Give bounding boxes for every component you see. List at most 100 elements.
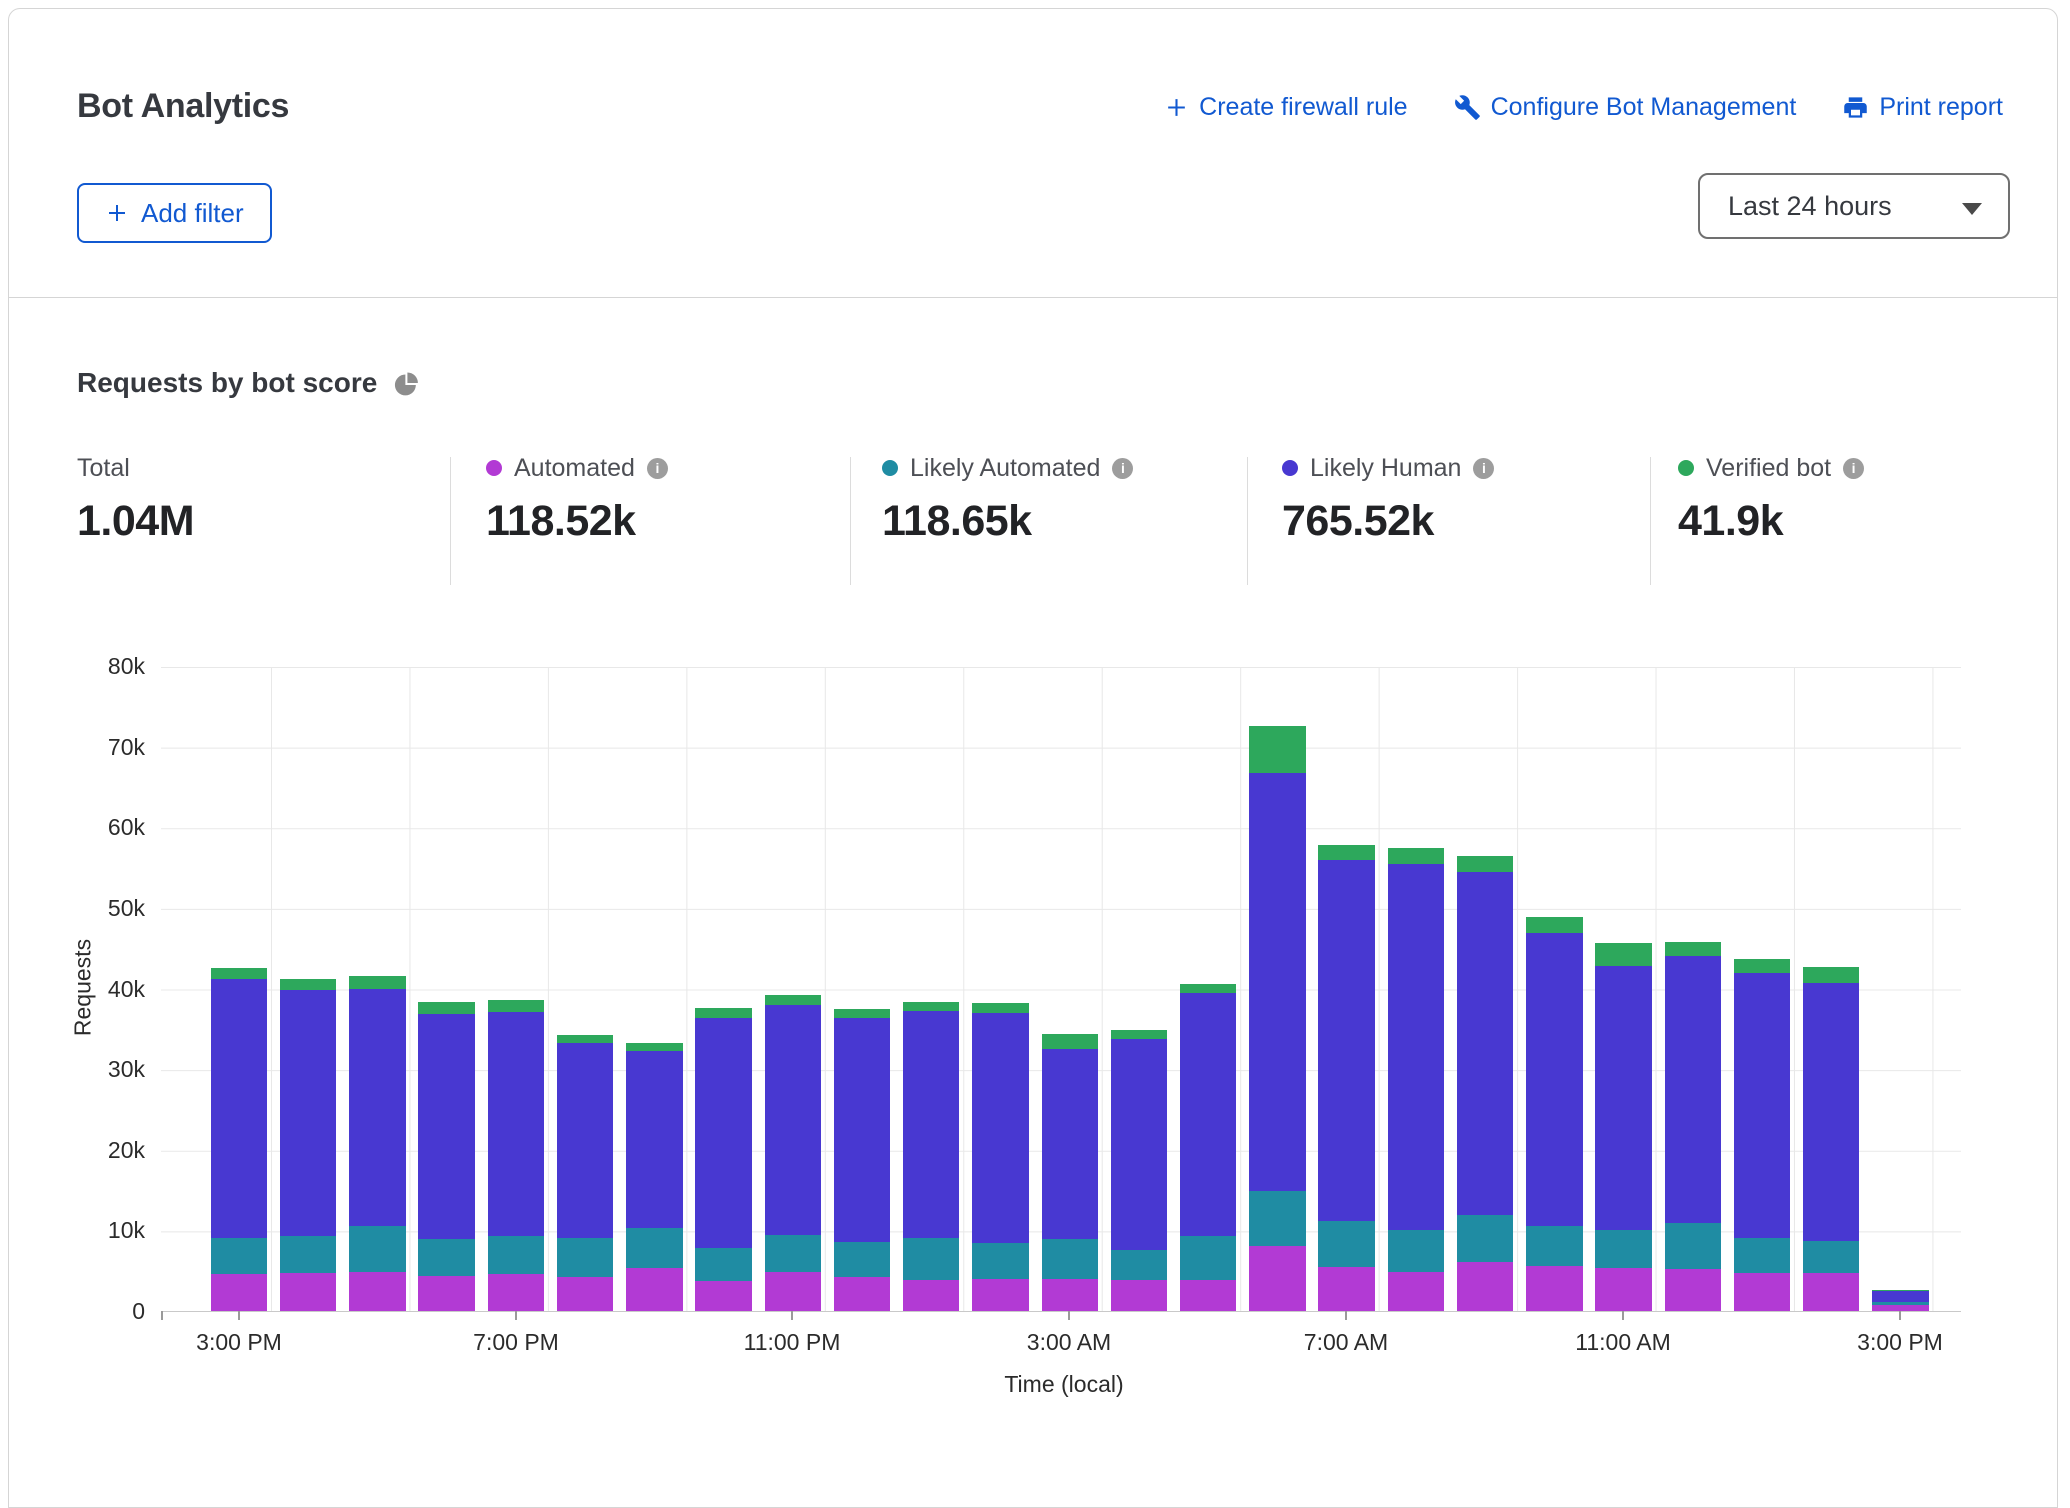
bar-segment-likely-automated xyxy=(1249,1191,1305,1246)
bar-1-00-am[interactable] xyxy=(903,1002,959,1311)
bar-segment-likely-automated xyxy=(1388,1230,1444,1272)
bar-10-00-pm[interactable] xyxy=(695,1008,751,1311)
bar-3-00-pm[interactable] xyxy=(211,968,267,1311)
bar-11-00-pm[interactable] xyxy=(765,995,821,1311)
bar-segment-likely-human xyxy=(765,1005,821,1235)
bar-segment-likely-automated xyxy=(1457,1215,1513,1262)
plus-icon xyxy=(1164,95,1189,120)
bar-12-00-am[interactable] xyxy=(834,1009,890,1311)
bar-segment-automated xyxy=(1665,1269,1721,1311)
bar-segment-automated xyxy=(1111,1280,1167,1311)
bar-segment-verified-bot xyxy=(557,1035,613,1043)
page-title: Bot Analytics xyxy=(77,87,289,126)
stat-total-label: Total xyxy=(77,454,130,483)
info-icon[interactable] xyxy=(1843,458,1864,479)
stat-total: Total 1.04M xyxy=(77,453,194,546)
bar-segment-likely-automated xyxy=(211,1238,267,1273)
bar-segment-verified-bot xyxy=(1526,917,1582,933)
bar-2-00-am[interactable] xyxy=(972,1003,1028,1311)
bar-segment-likely-human xyxy=(418,1014,474,1239)
bar-segment-likely-automated xyxy=(1042,1239,1098,1279)
pie-chart-icon xyxy=(393,370,420,397)
bar-segment-automated xyxy=(1734,1273,1790,1311)
bar-segment-likely-human xyxy=(1249,773,1305,1191)
wrench-icon xyxy=(1454,94,1481,121)
stat-label: Automated xyxy=(514,454,635,483)
bar-segment-likely-human xyxy=(488,1012,544,1236)
bot-analytics-card: Bot Analytics Create firewall rule Config… xyxy=(8,8,2058,1508)
action-link-configure-bot-management[interactable]: Configure Bot Management xyxy=(1454,93,1797,122)
x-tick-label: 3:00 AM xyxy=(1027,1329,1111,1356)
bar-segment-automated xyxy=(349,1272,405,1312)
bar-segment-likely-human xyxy=(1111,1039,1167,1250)
bar-segment-likely-human xyxy=(1734,973,1790,1237)
stat-value: 118.65k xyxy=(882,497,1133,546)
bar-segment-likely-automated xyxy=(1111,1250,1167,1280)
time-range-select[interactable]: Last 24 hours xyxy=(1698,173,2010,239)
bar-4-00-pm[interactable] xyxy=(280,979,336,1311)
bar-12-00-pm[interactable] xyxy=(1665,942,1721,1311)
bar-3-00-am[interactable] xyxy=(1042,1034,1098,1311)
bar-5-00-pm[interactable] xyxy=(349,976,405,1311)
info-icon[interactable] xyxy=(647,458,668,479)
bar-segment-likely-human xyxy=(626,1051,682,1228)
bar-segment-verified-bot xyxy=(1803,967,1859,983)
bar-segment-likely-human xyxy=(1457,872,1513,1215)
bar-5-00-am[interactable] xyxy=(1180,984,1236,1311)
action-link-create-firewall-rule[interactable]: Create firewall rule xyxy=(1164,93,1407,122)
add-filter-label: Add filter xyxy=(141,198,244,229)
bar-segment-likely-human xyxy=(1803,983,1859,1241)
bar-segment-verified-bot xyxy=(765,995,821,1005)
bar-9-00-pm[interactable] xyxy=(626,1043,682,1311)
bar-segment-verified-bot xyxy=(211,968,267,979)
bar-segment-verified-bot xyxy=(1111,1030,1167,1038)
x-tick xyxy=(1899,1311,1901,1320)
info-icon[interactable] xyxy=(1473,458,1494,479)
bar-6-00-am[interactable] xyxy=(1249,726,1305,1311)
bar-4-00-am[interactable] xyxy=(1111,1030,1167,1311)
bar-10-00-am[interactable] xyxy=(1526,917,1582,1311)
bar-segment-automated xyxy=(972,1279,1028,1311)
bar-segment-likely-automated xyxy=(626,1228,682,1268)
time-range-value: Last 24 hours xyxy=(1728,191,1892,222)
legend-dot-icon xyxy=(882,460,898,476)
bar-8-00-pm[interactable] xyxy=(557,1035,613,1311)
bar-segment-likely-human xyxy=(280,990,336,1236)
info-icon[interactable] xyxy=(1112,458,1133,479)
axis-origin-tick xyxy=(161,1311,163,1320)
bar-3-00-pm[interactable] xyxy=(1872,1290,1928,1311)
bar-segment-likely-human xyxy=(1872,1291,1928,1302)
bar-segment-likely-automated xyxy=(557,1238,613,1278)
y-tick-label: 70k xyxy=(55,735,145,759)
bar-6-00-pm[interactable] xyxy=(418,1002,474,1311)
bar-segment-likely-automated xyxy=(1180,1236,1236,1280)
bar-segment-verified-bot xyxy=(418,1002,474,1014)
bar-segment-automated xyxy=(1180,1280,1236,1311)
bar-9-00-am[interactable] xyxy=(1457,856,1513,1311)
x-tick-label: 7:00 AM xyxy=(1304,1329,1388,1356)
bar-segment-likely-automated xyxy=(1526,1226,1582,1266)
header-divider xyxy=(9,297,2057,298)
action-link-print-report[interactable]: Print report xyxy=(1842,93,2003,122)
stat-value: 765.52k xyxy=(1282,497,1494,546)
x-tick xyxy=(238,1311,240,1320)
bar-2-00-pm[interactable] xyxy=(1803,967,1859,1311)
bar-segment-likely-automated xyxy=(1734,1238,1790,1273)
x-tick-label: 11:00 PM xyxy=(744,1329,841,1356)
bar-segment-likely-human xyxy=(1595,966,1651,1230)
bar-segment-likely-human xyxy=(1318,860,1374,1221)
bar-segment-likely-human xyxy=(1042,1049,1098,1239)
stat-automated: Automated118.52k xyxy=(486,453,668,546)
bar-7-00-pm[interactable] xyxy=(488,1000,544,1311)
bar-7-00-am[interactable] xyxy=(1318,845,1374,1311)
bar-8-00-am[interactable] xyxy=(1388,848,1444,1311)
bar-1-00-pm[interactable] xyxy=(1734,959,1790,1311)
bar-segment-verified-bot xyxy=(834,1009,890,1019)
x-tick-label: 11:00 AM xyxy=(1575,1329,1670,1356)
add-filter-button[interactable]: Add filter xyxy=(77,183,272,243)
legend-dot-icon xyxy=(486,460,502,476)
header-actions: Create firewall rule Configure Bot Manage… xyxy=(1164,93,2003,122)
bar-segment-likely-automated xyxy=(1803,1241,1859,1273)
bar-11-00-am[interactable] xyxy=(1595,943,1651,1311)
bar-segment-automated xyxy=(765,1272,821,1311)
